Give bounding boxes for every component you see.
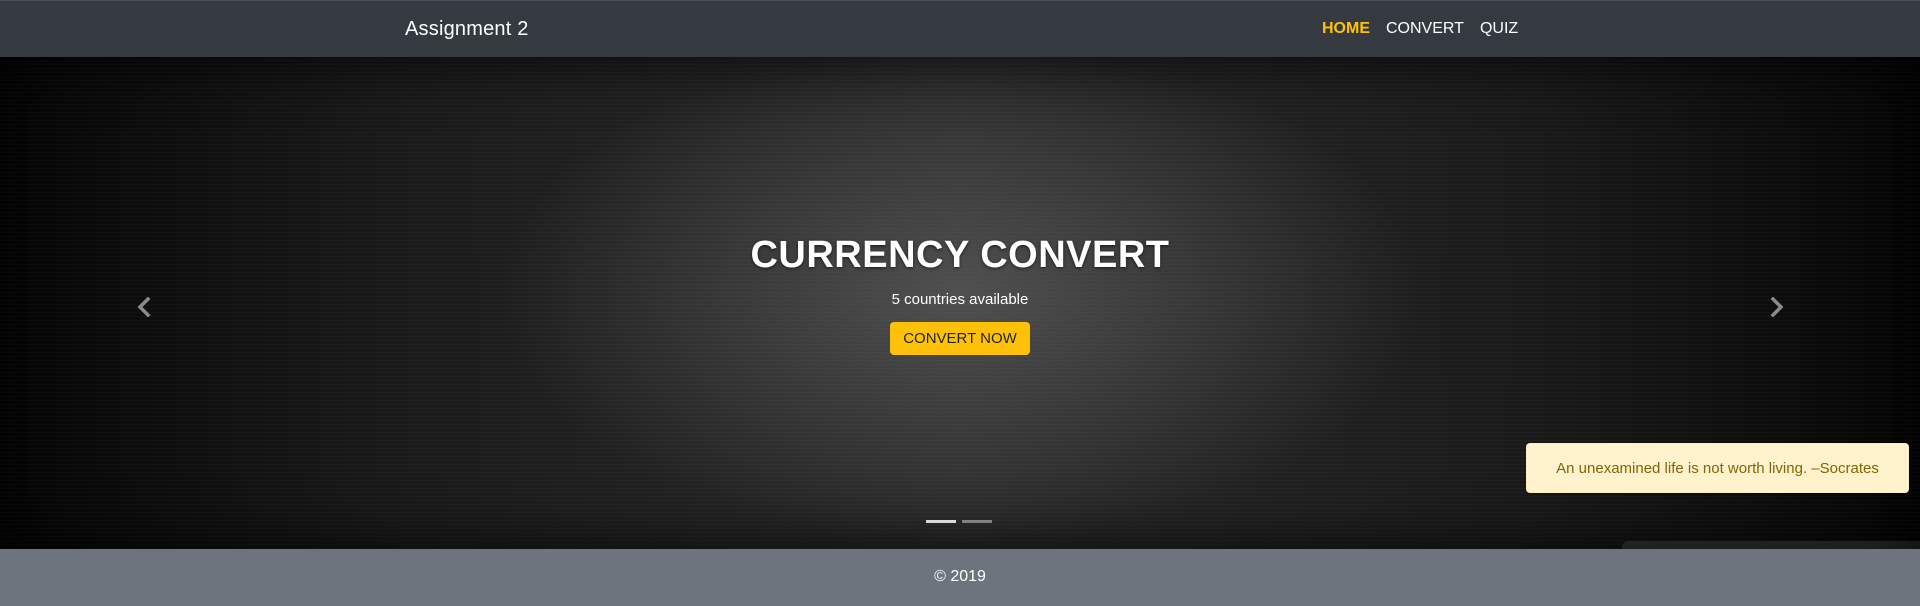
carousel-indicator-1[interactable] bbox=[926, 520, 956, 523]
carousel-caption: CURRENCY CONVERT 5 countries available C… bbox=[0, 234, 1920, 355]
copyright-text: © 2019 bbox=[934, 568, 986, 585]
hero-title: CURRENCY CONVERT bbox=[750, 234, 1170, 276]
nav-link-home[interactable]: HOME bbox=[1322, 20, 1370, 38]
navbar: Assignment 2 HOME CONVERT QUIZ bbox=[0, 0, 1920, 57]
carousel-indicators bbox=[926, 520, 992, 523]
carousel-indicator-2[interactable] bbox=[962, 520, 992, 523]
hero-subtitle: 5 countries available bbox=[891, 291, 1029, 308]
quote-toast: An unexamined life is not worth living. … bbox=[1526, 443, 1909, 493]
nav-link-quiz[interactable]: QUIZ bbox=[1480, 20, 1518, 38]
image-watermark bbox=[1622, 541, 1920, 549]
carousel-next-button[interactable] bbox=[1757, 287, 1797, 327]
nav-link-convert[interactable]: CONVERT bbox=[1386, 20, 1464, 38]
chevron-right-icon bbox=[1770, 297, 1784, 317]
convert-now-button[interactable]: CONVERT NOW bbox=[890, 322, 1030, 355]
footer: © 2019 bbox=[0, 549, 1920, 606]
nav-links: HOME CONVERT QUIZ bbox=[1322, 20, 1518, 38]
brand-link[interactable]: Assignment 2 bbox=[405, 18, 529, 41]
quote-text: An unexamined life is not worth living. … bbox=[1556, 459, 1879, 477]
